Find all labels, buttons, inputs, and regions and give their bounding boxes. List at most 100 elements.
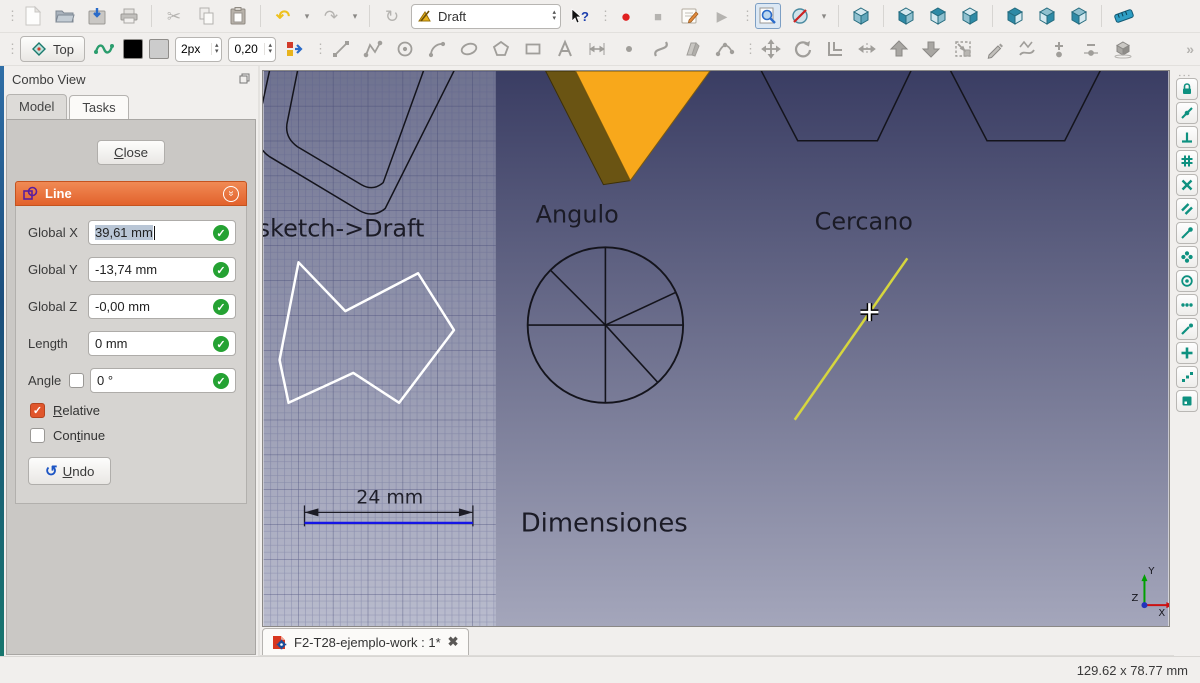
macro-stop-button[interactable]: ■ (645, 3, 671, 29)
draft-ellipse-button[interactable] (456, 36, 482, 62)
draw-style-dropdown[interactable]: ▾ (819, 11, 829, 22)
continue-checkbox[interactable] (30, 428, 45, 443)
draft-rectangle-button[interactable] (520, 36, 546, 62)
snap-endpoint-button[interactable] (1176, 222, 1198, 244)
draft-arc-button[interactable] (424, 36, 450, 62)
3d-viewport[interactable]: 24 mm sketch->Draft Angulo Cercano Dimen… (262, 70, 1170, 627)
draft-upgrade-button[interactable] (886, 36, 912, 62)
scale-spinbox[interactable]: ▴▾ (228, 36, 276, 62)
tab-tasks[interactable]: Tasks (69, 95, 129, 120)
snap-perpendicular-button[interactable] (1176, 126, 1198, 148)
snap-midpoint-button[interactable] (1176, 102, 1198, 124)
relative-checkbox[interactable]: ✓ (30, 403, 45, 418)
cut-button[interactable]: ✂ (161, 3, 187, 29)
draft-move-button[interactable] (758, 36, 784, 62)
draft-wire-to-bspline-button[interactable] (1014, 36, 1040, 62)
scale-input[interactable] (234, 42, 265, 56)
snap-intersection-button[interactable] (1176, 174, 1198, 196)
float-panel-button[interactable] (239, 72, 250, 87)
view-right-button[interactable] (957, 3, 983, 29)
global-z-field[interactable]: -0,00 mm ✓ (88, 294, 236, 319)
draft-circle-button[interactable] (392, 36, 418, 62)
snap-near-button[interactable] (1176, 318, 1198, 340)
undo-dropdown[interactable]: ▾ (302, 11, 312, 22)
snap-center-button[interactable] (1176, 246, 1198, 268)
construction-mode-button[interactable] (91, 36, 117, 62)
draft-shape2dview-button[interactable] (1110, 36, 1136, 62)
line-width-spinbox[interactable]: ▴▾ (174, 36, 223, 62)
view-bottom-button[interactable] (1034, 3, 1060, 29)
undo-button[interactable]: ↶ (270, 3, 296, 29)
draft-bezier-button[interactable] (712, 36, 738, 62)
snap-extension-button[interactable] (1176, 366, 1198, 388)
toolbar-handle[interactable]: ⋮ (6, 41, 19, 57)
macro-play-button[interactable]: ▶ (709, 3, 735, 29)
global-y-field[interactable]: -13,74 mm ✓ (88, 257, 236, 282)
draft-polygon-button[interactable] (488, 36, 514, 62)
draft-offset-button[interactable] (822, 36, 848, 62)
snap-working-plane-button[interactable] (1176, 390, 1198, 412)
view-front-button[interactable] (893, 3, 919, 29)
paste-button[interactable] (225, 3, 251, 29)
draft-edit-button[interactable] (982, 36, 1008, 62)
draft-downgrade-button[interactable] (918, 36, 944, 62)
redo-button[interactable]: ↷ (318, 3, 344, 29)
line-width-input[interactable] (180, 42, 211, 56)
new-file-button[interactable] (20, 3, 46, 29)
draft-wire-button[interactable] (360, 36, 386, 62)
toolbar-handle[interactable]: ⋮ (741, 8, 754, 24)
tab-model[interactable]: Model (6, 94, 68, 119)
draft-bspline-button[interactable] (648, 36, 674, 62)
draft-text-button[interactable] (552, 36, 578, 62)
toolbar-handle[interactable]: ⋮ (744, 41, 757, 57)
draft-dimension-button[interactable] (584, 36, 610, 62)
workbench-selector[interactable]: Draft ▴ ▾ (411, 3, 561, 29)
view-rear-button[interactable] (1002, 3, 1028, 29)
fit-all-button[interactable] (755, 3, 781, 29)
draft-facebinder-button[interactable] (680, 36, 706, 62)
save-button[interactable] (84, 3, 110, 29)
length-field[interactable]: 0 mm ✓ (88, 331, 236, 356)
draft-point-button[interactable] (616, 36, 642, 62)
toolbar-overflow-button[interactable]: » (1186, 42, 1194, 56)
draw-style-button[interactable] (787, 3, 813, 29)
refresh-button[interactable]: ↻ (379, 3, 405, 29)
snap-ortho-button[interactable] (1176, 342, 1198, 364)
macro-record-button[interactable]: ● (613, 3, 639, 29)
draft-rotate-button[interactable] (790, 36, 816, 62)
copy-button[interactable] (193, 3, 219, 29)
whats-this-button[interactable]: ? (567, 3, 593, 29)
document-tab[interactable]: F2-T28-ejemplo-work : 1* ✖ (262, 628, 469, 655)
line-color-swatch[interactable] (122, 39, 143, 59)
face-color-swatch[interactable] (148, 39, 169, 59)
line-task-header[interactable]: Line » (15, 181, 247, 206)
collapse-task-button[interactable]: » (223, 185, 239, 202)
undo-task-button[interactable]: ↺ Undo (28, 457, 112, 485)
redo-dropdown[interactable]: ▾ (350, 11, 360, 22)
close-task-button[interactable]: Close (96, 140, 166, 165)
toolbar-handle[interactable]: ⋮ (599, 8, 612, 24)
toolbar-handle[interactable]: ⋮ (6, 8, 19, 24)
draft-line-button[interactable] (328, 36, 354, 62)
snap-angle-button[interactable] (1176, 270, 1198, 292)
snap-parallel-button[interactable] (1176, 198, 1198, 220)
working-plane-button[interactable]: Top (20, 36, 85, 62)
open-file-button[interactable] (52, 3, 78, 29)
macro-edit-button[interactable] (677, 3, 703, 29)
view-top-button[interactable] (925, 3, 951, 29)
view-left-button[interactable] (1066, 3, 1092, 29)
draft-trim-button[interactable] (854, 36, 880, 62)
draft-add-point-button[interactable] (1046, 36, 1072, 62)
draft-scale-button[interactable] (950, 36, 976, 62)
draft-remove-point-button[interactable] (1078, 36, 1104, 62)
toolbar-handle[interactable]: ⋮ (1177, 69, 1192, 80)
snap-grid-button[interactable] (1176, 150, 1198, 172)
autogroup-button[interactable] (282, 36, 308, 62)
angle-field[interactable]: 0 ° ✓ (90, 368, 236, 393)
global-x-field[interactable]: 39,61 mm ✓ (88, 220, 236, 245)
view-isometric-button[interactable] (848, 3, 874, 29)
measure-button[interactable] (1111, 3, 1137, 29)
snap-lock-button[interactable] (1176, 78, 1198, 100)
snap-dimensions-button[interactable] (1176, 294, 1198, 316)
angle-circle-shape[interactable] (526, 246, 685, 404)
